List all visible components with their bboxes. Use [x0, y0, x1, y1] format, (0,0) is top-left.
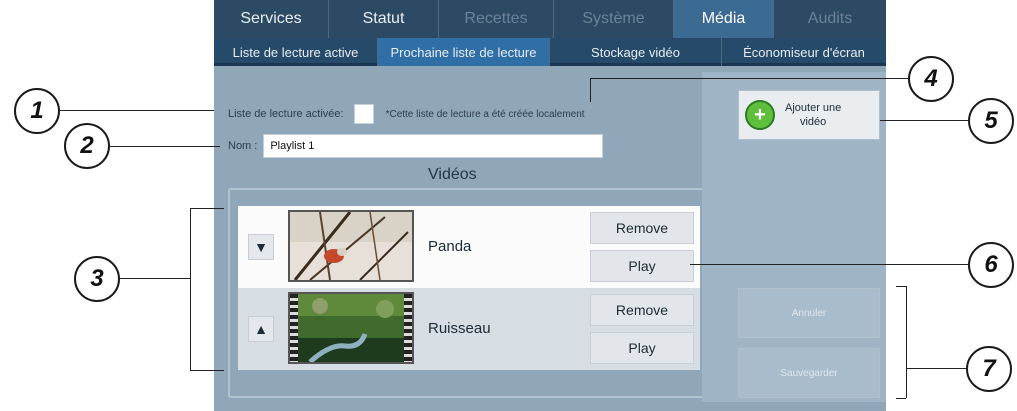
- callout-6: 6: [968, 242, 1014, 288]
- callout-7: 7: [966, 346, 1012, 392]
- subtab-active-playlist[interactable]: Liste de lecture active: [214, 38, 378, 66]
- videos-title: Vidéos: [428, 166, 477, 183]
- callout-bracket-7: [906, 286, 907, 398]
- video-list[interactable]: ▼ Panda Remove Play ▲ Ruisseau Remove Pl…: [228, 188, 706, 398]
- add-video-label: Ajouter une vidéo: [785, 101, 841, 129]
- film-strip-right: [404, 294, 412, 362]
- tab-audits[interactable]: Audits: [774, 0, 886, 38]
- callout-line-5: [880, 120, 970, 121]
- tab-recettes[interactable]: Recettes: [439, 0, 554, 38]
- callout-bracket-3-top: [190, 208, 224, 209]
- active-row: Liste de lecture activée: *Cette liste d…: [228, 104, 585, 124]
- callout-line-1: [60, 110, 214, 111]
- stream-thumbnail-image: [290, 294, 412, 362]
- play-button[interactable]: Play: [590, 332, 694, 364]
- callout-5: 5: [968, 98, 1014, 144]
- move-down-button[interactable]: ▼: [248, 234, 274, 260]
- video-thumbnail: [288, 210, 414, 282]
- panda-thumbnail-image: [290, 212, 412, 280]
- callout-bracket-7-bottom: [896, 398, 906, 399]
- callout-line-6: [690, 264, 974, 265]
- callout-line-2: [110, 146, 220, 147]
- playlist-panel: Liste de lecture activée: *Cette liste d…: [220, 72, 706, 402]
- callout-line-7: [906, 368, 968, 369]
- callout-line-3: [120, 278, 190, 279]
- callout-bracket-7-top: [896, 286, 906, 287]
- cancel-button[interactable]: Annuler: [738, 288, 880, 338]
- add-label-line2: vidéo: [799, 116, 827, 128]
- callout-2: 2: [64, 123, 110, 169]
- move-up-button[interactable]: ▲: [248, 316, 274, 342]
- callout-line-4-drop: [590, 78, 591, 102]
- callout-3: 3: [74, 256, 120, 302]
- callout-bracket-3-bottom: [190, 370, 224, 371]
- top-navigation: Services Statut Recettes Système Média A…: [214, 0, 886, 38]
- callout-1: 1: [14, 88, 60, 134]
- active-label: Liste de lecture activée:: [228, 108, 344, 120]
- callout-bracket-3: [190, 208, 191, 370]
- subtab-screensaver[interactable]: Économiseur d'écran: [722, 38, 886, 66]
- video-name: Panda: [428, 238, 472, 255]
- remove-button[interactable]: Remove: [590, 212, 694, 244]
- active-checkbox[interactable]: [353, 104, 374, 124]
- local-note: *Cette liste de lecture a été créée loca…: [385, 108, 585, 120]
- side-actions: + Ajouter une vidéo Annuler Sauvegarder: [702, 72, 886, 402]
- add-label-line1: Ajouter une: [785, 102, 842, 114]
- video-thumbnail: [288, 292, 414, 364]
- sub-navigation: Liste de lecture active Prochaine liste …: [214, 38, 886, 66]
- list-item: ▲ Ruisseau Remove Play: [238, 288, 700, 370]
- name-row: Nom : Playlist 1: [228, 134, 604, 158]
- tab-services[interactable]: Services: [214, 0, 329, 38]
- remove-button[interactable]: Remove: [590, 294, 694, 326]
- play-button[interactable]: Play: [590, 250, 694, 282]
- plus-icon: +: [745, 100, 775, 130]
- name-field[interactable]: Playlist 1: [263, 134, 604, 158]
- subtab-video-storage[interactable]: Stockage vidéo: [550, 38, 722, 66]
- media-app-window: Services Statut Recettes Système Média A…: [214, 0, 886, 411]
- callout-4: 4: [908, 56, 954, 102]
- save-button[interactable]: Sauvegarder: [738, 348, 880, 398]
- name-label: Nom :: [228, 140, 258, 152]
- subtab-next-playlist[interactable]: Prochaine liste de lecture: [378, 38, 550, 66]
- tab-statut[interactable]: Statut: [329, 0, 439, 38]
- list-item: ▼ Panda Remove Play: [238, 206, 700, 288]
- add-video-button[interactable]: + Ajouter une vidéo: [738, 90, 880, 140]
- tab-media[interactable]: Média: [674, 0, 774, 38]
- video-name: Ruisseau: [428, 320, 491, 337]
- tab-systeme[interactable]: Système: [554, 0, 674, 38]
- callout-line-4: [590, 78, 908, 79]
- film-strip-left: [290, 294, 298, 362]
